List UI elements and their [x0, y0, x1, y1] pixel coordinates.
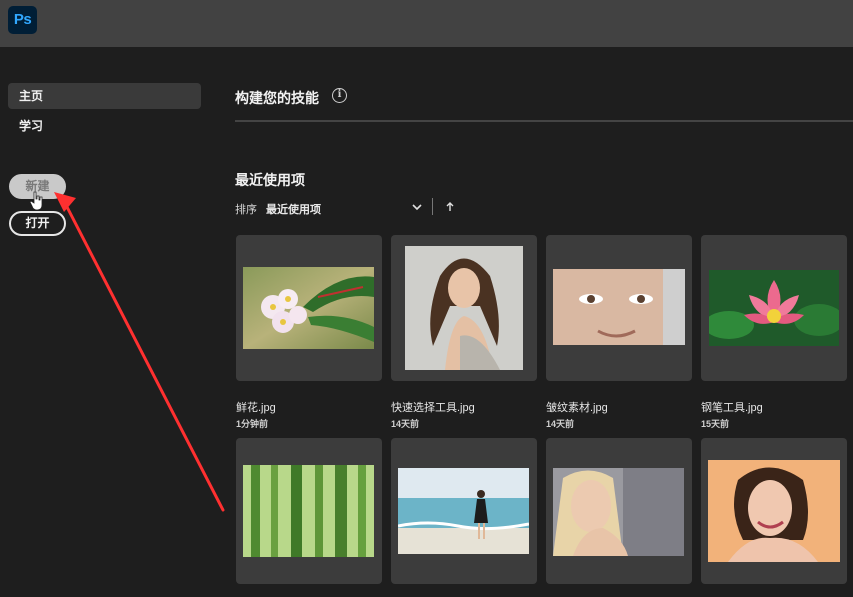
file-card-pen-tool[interactable] — [701, 235, 847, 381]
divider — [235, 120, 853, 122]
title-bar: Ps — [0, 0, 853, 47]
file-card-smiling-woman[interactable] — [701, 438, 847, 584]
file-card-wrinkles[interactable] — [546, 235, 692, 381]
sort-separator — [432, 198, 433, 215]
hand-cursor-icon — [30, 191, 43, 211]
photoshop-logo[interactable]: Ps — [8, 6, 37, 34]
file-name[interactable]: 钢笔工具.jpg — [701, 399, 763, 415]
chevron-down-icon[interactable] — [411, 201, 423, 213]
beach-thumbnail — [398, 468, 529, 554]
info-icon[interactable]: i — [332, 88, 347, 103]
portrait-thumbnail — [405, 246, 523, 370]
smiling-woman-thumbnail — [708, 460, 840, 562]
file-time: 14天前 — [391, 419, 420, 429]
flower-thumbnail — [243, 267, 374, 349]
elderly-face-thumbnail — [553, 269, 685, 345]
sort-ascending-icon[interactable] — [444, 201, 456, 213]
file-card-quick-select[interactable] — [391, 235, 537, 381]
sort-select[interactable]: 最近使用项 — [266, 201, 321, 217]
open-button[interactable]: 打开 — [9, 211, 66, 236]
sidebar-item-home[interactable]: 主页 — [8, 83, 201, 109]
file-card-blonde-portrait[interactable] — [546, 438, 692, 584]
file-name[interactable]: 快速选择工具.jpg — [391, 399, 475, 415]
file-card-bamboo[interactable] — [236, 438, 382, 584]
file-time: 1分钟前 — [236, 419, 269, 429]
file-card-flowers[interactable] — [236, 235, 382, 381]
bamboo-thumbnail — [243, 465, 374, 557]
file-card-beach[interactable] — [391, 438, 537, 584]
lotus-thumbnail — [709, 270, 839, 346]
sidebar-item-learn[interactable]: 学习 — [8, 113, 201, 139]
file-name[interactable]: 鲜花.jpg — [236, 399, 276, 415]
file-time: 15天前 — [701, 419, 730, 429]
file-name[interactable]: 皱纹素材.jpg — [546, 399, 608, 415]
recent-title: 最近使用项 — [235, 172, 305, 188]
skills-title: 构建您的技能 — [235, 90, 319, 106]
file-time: 14天前 — [546, 419, 575, 429]
blonde-portrait-thumbnail — [553, 468, 684, 556]
sort-label: 排序 — [235, 204, 257, 216]
